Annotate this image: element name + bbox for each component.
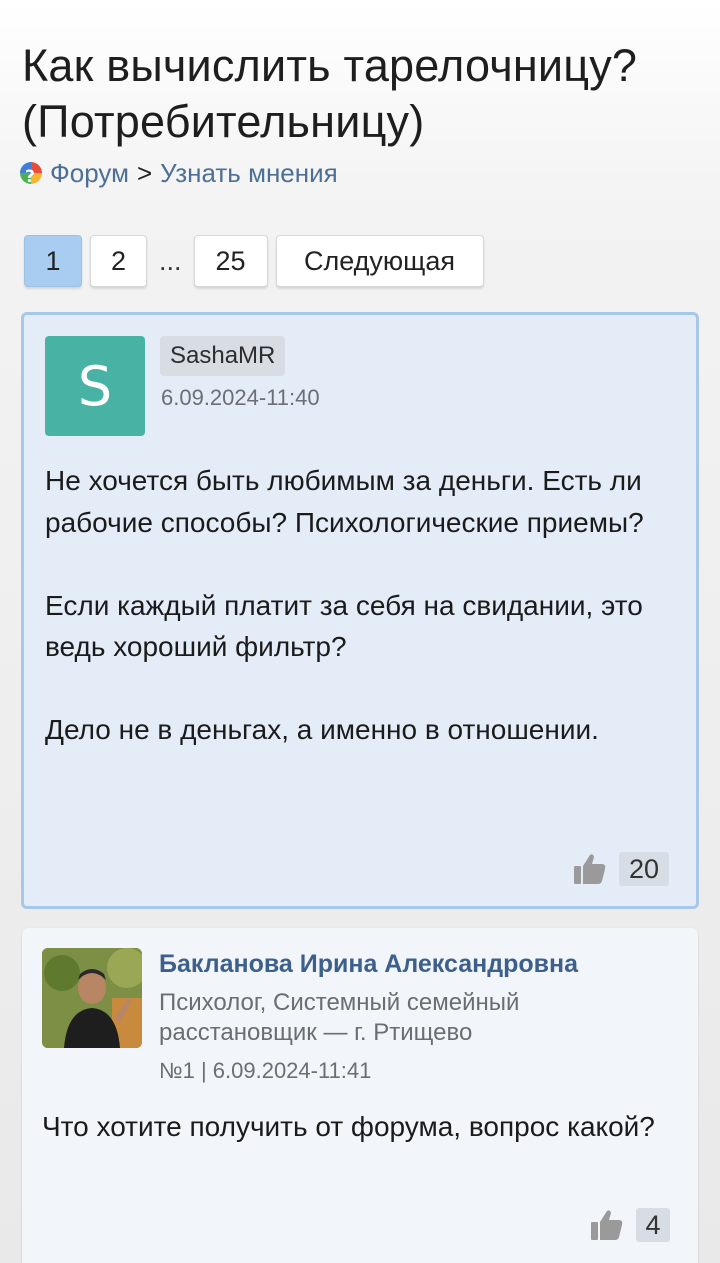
reply-author[interactable]: Бакланова Ирина Александровна: [159, 950, 578, 979]
like-count: 20: [619, 852, 669, 886]
reply-like: 4: [590, 1208, 670, 1242]
pagination: 1 2 ... 25 Следующая: [24, 235, 492, 287]
forum-question-icon: [20, 160, 42, 194]
pagination-ellipsis: ...: [159, 245, 182, 276]
like-count: 4: [636, 1208, 670, 1242]
thumbs-up-icon[interactable]: [590, 1208, 624, 1242]
post-body: Не хочется быть любимым за деньги. Есть …: [45, 460, 665, 792]
next-page-button[interactable]: Следующая: [275, 235, 484, 287]
thumbs-up-icon[interactable]: [573, 852, 607, 886]
avatar[interactable]: [42, 948, 142, 1048]
post-like: 20: [573, 852, 669, 886]
page-button-2[interactable]: 2: [90, 235, 147, 287]
page-button-1[interactable]: 1: [24, 235, 82, 287]
post-date: 6.09.2024-11:40: [161, 385, 320, 410]
post-paragraph: Если каждый платит за себя на свидании, …: [45, 589, 643, 663]
reply-meta: №1 | 6.09.2024-11:41: [159, 1058, 372, 1083]
post-paragraph: Не хочется быть любимым за деньги. Есть …: [45, 465, 644, 538]
breadcrumb-link-forum[interactable]: Форум: [50, 156, 129, 190]
avatar[interactable]: S: [45, 336, 145, 436]
post-author[interactable]: SashaMR: [160, 336, 286, 376]
reply-body: Что хотите получить от форума, вопрос ка…: [42, 1111, 655, 1142]
avatar-photo-image: [42, 948, 142, 1048]
page-title: Как вычислить тарелочницу? (Потребительн…: [22, 40, 638, 147]
breadcrumb: Форум > Узнать мнения: [20, 156, 338, 194]
breadcrumb-link-opinions[interactable]: Узнать мнения: [160, 156, 338, 190]
topic-post: S SashaMR 6.09.2024-11:40 Не хочется быт…: [21, 312, 699, 909]
reply-post: Бакланова Ирина Александровна Психолог, …: [22, 928, 698, 1263]
reply-author-role: Психолог, Системный семейный расстановщи…: [159, 989, 520, 1046]
page-button-last[interactable]: 25: [193, 235, 268, 287]
breadcrumb-separator: >: [136, 158, 153, 188]
post-paragraph: Дело не в деньгах, а именно в отношении.: [45, 714, 599, 745]
